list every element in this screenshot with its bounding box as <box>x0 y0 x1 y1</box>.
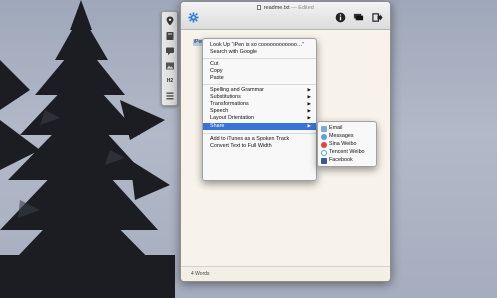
gear-icon[interactable] <box>187 11 199 23</box>
menu-separator <box>203 133 316 134</box>
chevron-right-icon: ▶ <box>307 94 311 99</box>
info-icon[interactable] <box>334 11 346 23</box>
share-item-messages[interactable]: Messages <box>321 133 354 140</box>
share-item-messages-label: Messages <box>329 133 354 139</box>
menu-item-speech-label: Speech <box>210 108 229 114</box>
map-pin-icon[interactable] <box>164 15 176 27</box>
facebook-icon <box>321 157 327 164</box>
share-item-email[interactable]: Email <box>321 125 342 132</box>
share-item-email-label: Email <box>329 125 343 131</box>
share-item-facebook[interactable]: Facebook <box>321 157 353 164</box>
share-item-sina-weibo[interactable]: Sina Weibo <box>321 141 356 148</box>
menu-item-cut[interactable]: Cut <box>203 61 316 68</box>
image-icon[interactable] <box>164 60 176 72</box>
menu-item-spelling[interactable]: Spelling and Grammar ▶ <box>203 87 316 94</box>
menu-item-full-width[interactable]: Convert Text to Full Width <box>203 143 316 150</box>
mail-icon <box>321 125 327 132</box>
status-bar: 4 Words <box>181 266 390 281</box>
chevron-right-icon: ▶ <box>307 108 311 113</box>
menu-item-paste[interactable]: Paste <box>203 75 316 82</box>
menu-item-layout-orientation-label: Layout Orientation <box>210 115 255 121</box>
menu-item-speech[interactable]: Speech ▶ <box>203 108 316 115</box>
menu-item-transformations-label: Transformations <box>210 101 249 107</box>
book-icon[interactable] <box>164 30 176 42</box>
filename-label: readme.txt <box>263 5 290 11</box>
share-item-tencent-weibo[interactable]: Tencent Weibo <box>321 149 365 156</box>
menu-separator <box>203 84 316 85</box>
sina-weibo-icon <box>321 141 327 148</box>
menu-item-transformations[interactable]: Transformations ▶ <box>203 101 316 108</box>
menu-item-spelling-label: Spelling and Grammar <box>210 87 264 93</box>
stack-icon[interactable] <box>352 11 364 23</box>
menu-item-share-label: Share <box>210 123 225 129</box>
word-count: 4 Words <box>191 271 210 277</box>
tencent-weibo-icon <box>321 149 327 156</box>
menu-item-look-up[interactable]: Look Up “iPen is so coooooooooooo…” <box>203 42 316 49</box>
menu-item-substitutions[interactable]: Substitutions ▶ <box>203 94 316 101</box>
chevron-right-icon: ▶ <box>307 123 311 128</box>
document-icon <box>257 5 262 10</box>
heading-label: H2 <box>166 78 174 84</box>
chevron-right-icon: ▶ <box>307 87 311 92</box>
menu-item-substitutions-label: Substitutions <box>210 94 241 100</box>
share-item-facebook-label: Facebook <box>329 157 353 163</box>
share-item-tencent-weibo-label: Tencent Weibo <box>329 149 365 155</box>
menu-separator <box>203 58 316 59</box>
title-bar[interactable]: readme.txt — Edited <box>181 2 390 30</box>
heading-icon[interactable]: H2 <box>164 75 176 87</box>
menu-item-copy[interactable]: Copy <box>203 68 316 75</box>
share-submenu: Email Messages Sina Weibo Tencent Weibo … <box>317 121 377 167</box>
context-menu: Look Up “iPen is so coooooooooooo…” Sear… <box>202 38 317 181</box>
chat-icon[interactable] <box>164 45 176 57</box>
share-item-sina-weibo-label: Sina Weibo <box>329 141 357 147</box>
menu-item-itunes[interactable]: Add to iTunes as a Spoken Track <box>203 136 316 143</box>
messages-icon <box>321 133 327 140</box>
chevron-right-icon: ▶ <box>307 115 311 120</box>
menu-item-layout-orientation[interactable]: Layout Orientation ▶ <box>203 115 316 122</box>
chevron-right-icon: ▶ <box>307 101 311 106</box>
menu-item-search-google[interactable]: Search with Google <box>203 49 316 56</box>
menu-item-share[interactable]: Share ▶ <box>203 123 316 130</box>
tool-palette: H2 <box>161 11 178 106</box>
list-icon[interactable] <box>164 90 176 102</box>
edited-status: — Edited <box>291 5 314 11</box>
export-icon[interactable] <box>371 11 383 23</box>
